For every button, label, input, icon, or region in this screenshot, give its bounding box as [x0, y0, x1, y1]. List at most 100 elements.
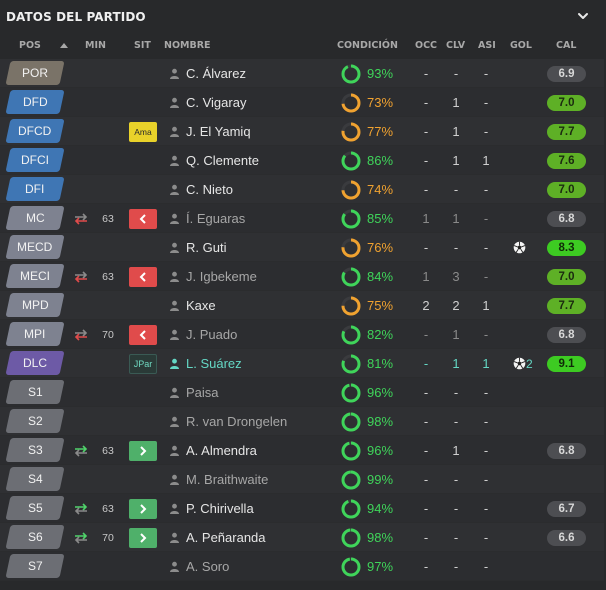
substituted-off-button[interactable] — [129, 267, 157, 287]
player-name[interactable]: J. Igbekeme — [186, 269, 257, 284]
position-badge[interactable]: DFD — [5, 90, 65, 114]
condition-ring — [341, 557, 361, 577]
player-name[interactable]: A. Soro — [186, 559, 229, 574]
position-badge[interactable]: S6 — [5, 525, 65, 549]
table-row[interactable]: POR C. Álvarez 93% - - - 6.9 — [0, 59, 604, 88]
position-badge[interactable]: DFI — [5, 177, 65, 201]
table-row[interactable]: MECI 63 J. Igbekeme 84% 1 3 - 7.0 — [0, 262, 604, 291]
position-badge[interactable]: POR — [5, 61, 65, 85]
sub-off-arrows-icon — [74, 213, 88, 225]
rating-badge: 6.8 — [547, 211, 586, 227]
table-row[interactable]: MECD R. Guti 76% - - - 8.3 — [0, 233, 604, 262]
column-pos[interactable]: POS — [19, 40, 41, 51]
stat-occ: - — [423, 385, 429, 400]
substituted-off-button[interactable] — [129, 209, 157, 229]
position-label: DFCD — [18, 124, 52, 138]
table-row[interactable]: S3 63 A. Almendra 96% - 1 - 6.8 — [0, 436, 604, 465]
condition-ring — [341, 180, 361, 200]
table-row[interactable]: S4 M. Braithwaite 99% - - - — [0, 465, 604, 494]
position-badge[interactable]: DLC — [5, 351, 65, 375]
position-label: MPI — [24, 327, 46, 341]
table-row[interactable]: S7 A. Soro 97% - - - — [0, 552, 604, 581]
position-badge[interactable]: MECI — [5, 264, 65, 288]
position-badge[interactable]: MC — [5, 206, 65, 230]
player-name[interactable]: P. Chirivella — [186, 501, 254, 516]
table-row[interactable]: DFD C. Vigaray 73% - 1 - 7.0 — [0, 88, 604, 117]
person-icon — [170, 126, 179, 137]
table-row[interactable]: MPD Kaxe 75% 2 2 1 7.7 — [0, 291, 604, 320]
position-badge[interactable]: S4 — [5, 467, 65, 491]
minute: 63 — [102, 503, 114, 515]
column-min[interactable]: MIN — [85, 40, 106, 51]
column-name[interactable]: NOMBRE — [164, 40, 211, 51]
position-badge[interactable]: MPI — [5, 322, 65, 346]
condition-ring — [341, 325, 361, 345]
position-badge[interactable]: S7 — [5, 554, 65, 578]
player-name[interactable]: M. Braithwaite — [186, 472, 268, 487]
table-row[interactable]: DFI C. Nieto 74% - - - 7.0 — [0, 175, 604, 204]
panel-title: DATOS DEL PARTIDO — [6, 10, 146, 24]
table-row[interactable]: DFCI Q. Clemente 86% - 1 1 7.6 — [0, 146, 604, 175]
sort-ascending-icon[interactable] — [60, 43, 68, 48]
position-badge[interactable]: MECD — [5, 235, 65, 259]
player-name[interactable]: C. Nieto — [186, 182, 233, 197]
stat-clv: 1 — [452, 443, 460, 458]
position-badge[interactable]: DFCD — [5, 119, 65, 143]
position-badge[interactable]: S1 — [5, 380, 65, 404]
table-row[interactable]: DFCD Ama J. El Yamiq 77% - 1 - 7.7 — [0, 117, 604, 146]
player-name[interactable]: R. Guti — [186, 240, 226, 255]
minute: 70 — [102, 532, 114, 544]
player-name[interactable]: C. Vigaray — [186, 95, 246, 110]
condition-ring — [341, 383, 361, 403]
player-name[interactable]: Í. Eguaras — [186, 211, 245, 226]
position-badge[interactable]: S2 — [5, 409, 65, 433]
column-asi[interactable]: ASI — [478, 40, 496, 51]
person-icon — [170, 184, 179, 195]
player-name[interactable]: C. Álvarez — [186, 66, 246, 81]
column-condition[interactable]: CONDICIÓN — [337, 40, 398, 51]
player-name[interactable]: Paisa — [186, 385, 219, 400]
stat-clv: - — [453, 182, 459, 197]
position-badge[interactable]: DFCI — [5, 148, 65, 172]
substituted-on-button[interactable] — [129, 441, 157, 461]
player-name[interactable]: J. El Yamiq — [186, 124, 251, 139]
table-row[interactable]: MC 63 Í. Eguaras 85% 1 1 - 6.8 — [0, 204, 604, 233]
table-row[interactable]: S6 70 A. Peñaranda 98% - - - 6.6 — [0, 523, 604, 552]
table-row[interactable]: MPI 70 J. Puado 82% - 1 - 6.8 — [0, 320, 604, 349]
table-row[interactable]: DLC JPar L. Suárez 81% - 1 1 2 9.1 — [0, 349, 604, 378]
table-row[interactable]: S5 63 P. Chirivella 94% - - - 6.7 — [0, 494, 604, 523]
table-row[interactable]: S2 R. van Drongelen 98% - - - — [0, 407, 604, 436]
chevron-down-icon[interactable] — [576, 9, 590, 23]
column-gol[interactable]: GOL — [510, 40, 532, 51]
player-name[interactable]: J. Puado — [186, 327, 237, 342]
stat-occ: - — [423, 501, 429, 516]
column-cal[interactable]: CAL — [556, 40, 576, 51]
player-name[interactable]: L. Suárez — [186, 356, 242, 371]
sub-off-arrows-icon — [74, 329, 88, 341]
column-sit[interactable]: SIT — [134, 40, 151, 51]
player-table: POR C. Álvarez 93% - - - 6.9 DFD C. Vigaray 73% - 1… — [0, 59, 604, 581]
player-name[interactable]: Kaxe — [186, 298, 216, 313]
player-name[interactable]: Q. Clemente — [186, 153, 259, 168]
player-name[interactable]: R. van Drongelen — [186, 414, 287, 429]
player-name[interactable]: A. Peñaranda — [186, 530, 266, 545]
stat-occ: - — [423, 240, 429, 255]
minute: 63 — [102, 213, 114, 225]
person-icon — [170, 300, 179, 311]
position-badge[interactable]: S3 — [5, 438, 65, 462]
stat-asi: - — [483, 66, 489, 81]
column-clv[interactable]: CLV — [446, 40, 465, 51]
position-badge[interactable]: S5 — [5, 496, 65, 520]
position-badge[interactable]: MPD — [5, 293, 65, 317]
position-label: MECI — [20, 269, 50, 283]
substituted-on-button[interactable] — [129, 499, 157, 519]
table-row[interactable]: S1 Paisa 96% - - - — [0, 378, 604, 407]
condition-ring — [341, 267, 361, 287]
player-name[interactable]: A. Almendra — [186, 443, 257, 458]
position-label: S1 — [27, 385, 43, 399]
column-occ[interactable]: OCC — [415, 40, 437, 51]
condition-ring — [341, 354, 361, 374]
substituted-off-button[interactable] — [129, 325, 157, 345]
goals-count: 2 — [526, 357, 533, 371]
substituted-on-button[interactable] — [129, 528, 157, 548]
